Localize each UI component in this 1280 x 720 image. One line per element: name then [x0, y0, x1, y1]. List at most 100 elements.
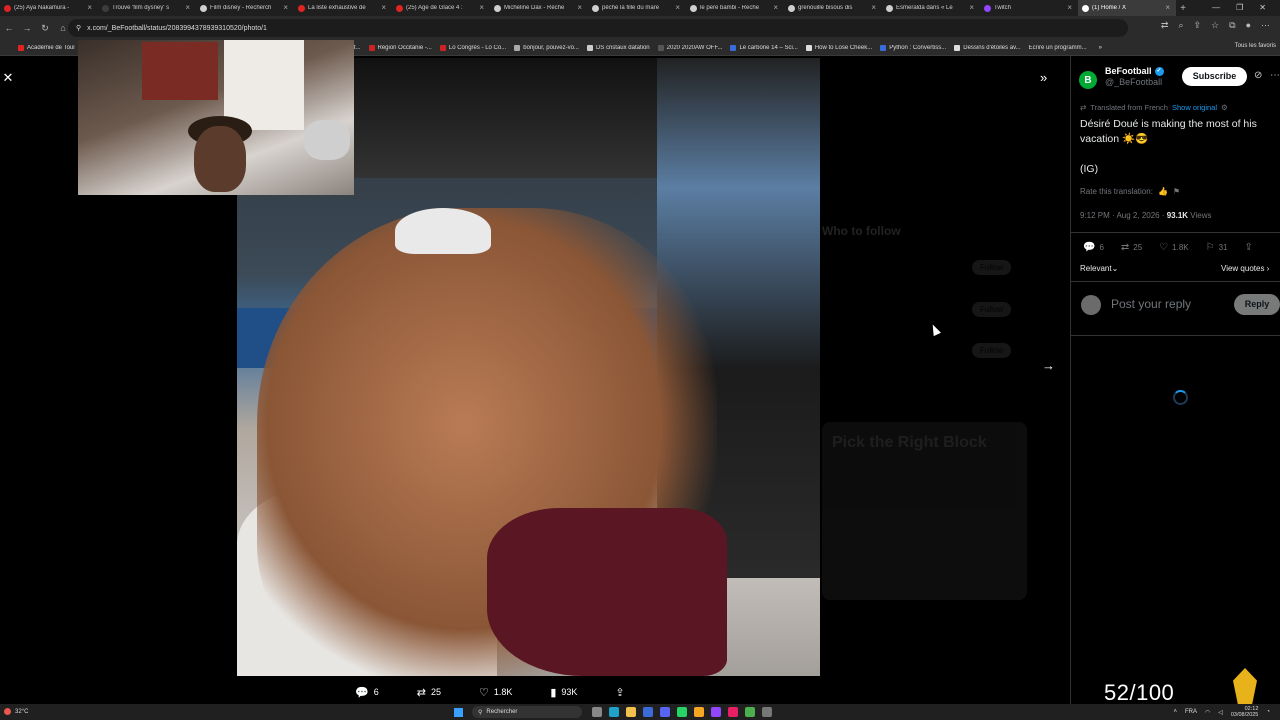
bookmark[interactable]: Académie de Toul	[18, 44, 83, 51]
favorite-star-icon[interactable]: ☆	[1211, 20, 1219, 31]
explorer-icon[interactable]	[626, 707, 636, 717]
view-quotes-link[interactable]: View quotes ›	[1221, 264, 1269, 273]
share-action[interactable]: ⇪	[615, 686, 624, 699]
close-tab-icon[interactable]: ×	[283, 3, 288, 12]
app-icon[interactable]	[762, 707, 772, 717]
author-name[interactable]: BeFootball ✓	[1105, 66, 1164, 76]
app-icon[interactable]	[694, 707, 704, 717]
app-icon[interactable]	[660, 707, 670, 717]
taskbar-search[interactable]: ⚲ Rechercher	[472, 706, 582, 718]
reload-icon[interactable]: ↻	[36, 23, 54, 34]
profile-icon[interactable]: ●	[1246, 20, 1251, 31]
share-icon[interactable]: ⇪	[1194, 20, 1202, 31]
task-view-icon[interactable]	[592, 707, 602, 717]
bookmark[interactable]: Le carbone 14 – Sci...	[730, 44, 805, 51]
thumbs-up-icon[interactable]: 👍	[1158, 187, 1168, 196]
repost-action[interactable]: ⇄ 25	[1121, 242, 1142, 253]
close-tab-icon[interactable]: ×	[969, 3, 974, 12]
language-indicator[interactable]: FRA	[1185, 709, 1197, 715]
reply-action[interactable]: 💬 6	[1083, 242, 1104, 253]
close-tab-icon[interactable]: ×	[871, 3, 876, 12]
settings-icon[interactable]: ⚙	[1221, 103, 1228, 112]
wifi-icon[interactable]: ◠	[1205, 709, 1210, 716]
app-icon[interactable]	[677, 707, 687, 717]
back-icon[interactable]: ←	[0, 23, 18, 33]
browser-tab[interactable]: le pere bambi - Reche ×	[686, 0, 784, 16]
show-original-link[interactable]: Show original	[1172, 103, 1217, 112]
close-tab-icon[interactable]: ×	[1067, 3, 1072, 12]
bookmark[interactable]: Dessins d'étoiles av...	[954, 44, 1028, 51]
close-tab-icon[interactable]: ×	[87, 3, 92, 12]
bookmark[interactable]: 2020 2020AW OFF...	[657, 44, 731, 51]
collapse-panel-icon[interactable]: »	[1040, 70, 1047, 85]
app-icon[interactable]	[728, 707, 738, 717]
bookmark-action[interactable]: ⚐ 31	[1206, 242, 1228, 253]
close-tab-icon[interactable]: ×	[1165, 3, 1170, 12]
close-tab-icon[interactable]: ×	[479, 3, 484, 12]
browser-tab[interactable]: Micheline Dax - Reche ×	[490, 0, 588, 16]
browser-tab-active[interactable]: (1) Home / X ×	[1078, 0, 1176, 16]
bookmark[interactable]: DS cristaux datation	[586, 44, 658, 51]
flag-icon[interactable]: ⚑	[1173, 187, 1180, 196]
close-tab-icon[interactable]: ×	[773, 3, 778, 12]
tweet-author[interactable]: B BeFootball ✓ @_BeFootball	[1079, 66, 1164, 89]
maximize-icon[interactable]: ❐	[1236, 0, 1243, 16]
zoom-icon[interactable]: ⌕	[1178, 20, 1183, 31]
reply-input[interactable]: Post your reply	[1111, 297, 1191, 311]
all-bookmarks[interactable]: Tous les favoris	[1235, 43, 1276, 49]
close-icon[interactable]: ✕	[0, 70, 16, 86]
clock[interactable]: 02:12 03/08/2025	[1231, 706, 1259, 718]
browser-tab[interactable]: La liste exhaustive de ×	[294, 0, 392, 16]
browser-tab[interactable]: Trouve 'film dysney' s ×	[98, 0, 196, 16]
tray-chevron-icon[interactable]: ˄	[1173, 709, 1177, 715]
reply-button[interactable]: Reply	[1234, 294, 1280, 315]
more-options-icon[interactable]: ⋯	[1270, 70, 1280, 81]
grok-icon[interactable]: ⊘	[1254, 70, 1262, 81]
forward-icon[interactable]: →	[18, 23, 36, 33]
browser-tab[interactable]: Film disney - Recherch ×	[196, 0, 294, 16]
browser-tab[interactable]: Twitch ×	[980, 0, 1078, 16]
close-window-icon[interactable]: ✕	[1259, 0, 1266, 16]
windows-start-icon[interactable]	[454, 708, 463, 717]
edge-icon[interactable]	[609, 707, 619, 717]
translate-icon[interactable]: ⇄	[1161, 20, 1169, 31]
chrome-icon[interactable]	[745, 707, 755, 717]
next-arrow-icon[interactable]: →	[1042, 358, 1055, 373]
share-action[interactable]: ⇪	[1245, 242, 1253, 253]
menu-icon[interactable]: ⋯	[1261, 20, 1270, 31]
like-action[interactable]: ♡ 1.8K	[1159, 242, 1188, 253]
bookmark[interactable]: Lo Congrès - Lo Co...	[439, 44, 514, 51]
reply-action[interactable]: 💬 6	[355, 686, 379, 699]
close-tab-icon[interactable]: ×	[577, 3, 582, 12]
close-tab-icon[interactable]: ×	[381, 3, 386, 12]
author-handle[interactable]: @_BeFootball	[1105, 77, 1164, 87]
browser-tab[interactable]: pêche la fille du mare ×	[588, 0, 686, 16]
bookmarks-more-icon[interactable]: »	[1099, 45, 1102, 51]
bookmark[interactable]: bonjour, pouvez-vo...	[514, 44, 587, 51]
subscribe-button[interactable]: Subscribe	[1182, 67, 1247, 86]
like-action[interactable]: ♡ 1.8K	[479, 686, 512, 699]
app-icon[interactable]	[711, 707, 721, 717]
bookmark[interactable]: How to Lose Cheek...	[805, 44, 880, 51]
close-tab-icon[interactable]: ×	[675, 3, 680, 12]
avatar[interactable]: B	[1079, 71, 1097, 89]
repost-action[interactable]: ⇄ 25	[417, 686, 441, 699]
url-input[interactable]: ⚲ x.com/_BeFootball/status/2083994378939…	[68, 19, 1128, 37]
volume-icon[interactable]: ◁	[1218, 709, 1223, 716]
minimize-icon[interactable]: —	[1212, 0, 1220, 16]
site-info-icon[interactable]: ⚲	[76, 24, 81, 32]
browser-tab[interactable]: Esmeralda dans « Le ×	[882, 0, 980, 16]
browser-tab[interactable]: (25) Aya Nakamura - ×	[0, 0, 98, 16]
bookmark[interactable]: Écrire un programm...	[1029, 45, 1095, 51]
bookmark[interactable]: Région Occitanie -...	[368, 44, 440, 51]
bookmark[interactable]: Python : Convertiss...	[880, 44, 954, 51]
app-icon[interactable]	[643, 707, 653, 717]
views-action[interactable]: ▮ 93K	[550, 686, 577, 699]
sort-replies-dropdown[interactable]: Relevant⌄	[1080, 264, 1118, 273]
new-tab-icon[interactable]: +	[1176, 3, 1190, 14]
close-tab-icon[interactable]: ×	[185, 3, 190, 12]
extensions-icon[interactable]: ⧉	[1229, 20, 1235, 31]
weather-widget[interactable]: 32°C	[4, 708, 28, 715]
browser-tab[interactable]: (25) Age de Glace 4 : ×	[392, 0, 490, 16]
notifications-icon[interactable]: ◔	[1266, 709, 1270, 715]
